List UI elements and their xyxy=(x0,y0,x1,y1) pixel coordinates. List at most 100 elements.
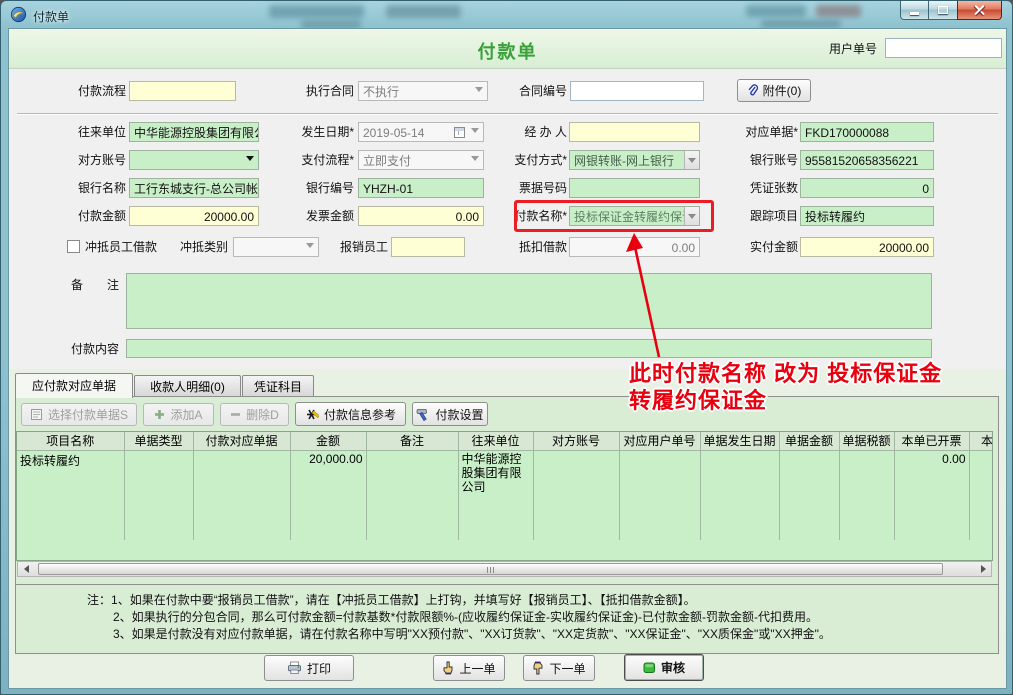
cell-doc-date[interactable] xyxy=(700,450,779,540)
header-band: 付款单 用户单号 xyxy=(9,29,1006,69)
print-button-label: 打印 xyxy=(307,660,331,677)
payable-docs-grid: 项目名称 单据类型 付款对应单据 金额 备注 往来单位 对方账号 对应用户单号 … xyxy=(16,431,993,561)
col-header: 往来单位 xyxy=(458,432,533,450)
contract-no-label: 合同编号 xyxy=(510,81,567,101)
prev-doc-button[interactable]: 上一单 xyxy=(433,655,505,681)
cell-amount[interactable]: 20,000.00 xyxy=(290,450,366,540)
bill-no-field xyxy=(569,178,700,198)
minimize-button[interactable] xyxy=(900,1,929,20)
add-button: 添加A xyxy=(143,403,214,426)
payment-info-ref-icon xyxy=(305,408,319,421)
remark-textarea[interactable] xyxy=(126,273,932,329)
payment-amount-input[interactable]: 20000.00 xyxy=(129,206,259,226)
window-title: 付款单 xyxy=(33,8,69,25)
audit-button[interactable]: 审核 xyxy=(624,654,704,681)
cell-doc-tax[interactable] xyxy=(839,450,894,540)
close-button[interactable] xyxy=(957,1,1002,20)
app-window: 付款单 付款单 用户单号 付款流程 执行合同 不执行 合同编号 附件 xyxy=(0,0,1013,695)
pay-flow-select: 立即支付 xyxy=(358,150,484,170)
invoice-amount-input[interactable]: 0.00 xyxy=(358,206,484,226)
note-line-2: 2、如果执行的分包合同，那么可付款金额=付款基数*付款限额%-(应收履约保证金-… xyxy=(87,609,831,626)
bank-name-field: 工行东城支行-总公司帐 xyxy=(129,178,259,198)
offset-loan-checkbox[interactable] xyxy=(67,240,80,253)
col-header: 备注 xyxy=(366,432,458,450)
offset-type-label: 冲抵类别 xyxy=(172,237,228,257)
occur-date-picker: 2019-05-14 xyxy=(358,122,484,142)
scroll-right-button[interactable] xyxy=(975,562,991,576)
payment-settings-button[interactable]: 付款设置 xyxy=(412,402,488,426)
user-no-input[interactable] xyxy=(885,38,1002,58)
background-blur xyxy=(816,5,861,17)
horizontal-scrollbar[interactable] xyxy=(17,561,992,577)
background-blur xyxy=(301,20,361,29)
next-doc-button[interactable]: 下一单 xyxy=(523,655,595,681)
next-doc-button-label: 下一单 xyxy=(549,660,585,677)
print-button[interactable]: 打印 xyxy=(264,655,354,681)
user-no-label: 用户单号 xyxy=(817,39,877,59)
note-text-1: 1、如果在付款中要“报销员工借款”，请在【冲抵员工借款】上打钩，并填写好【报销员… xyxy=(111,593,696,607)
payment-flow-input[interactable] xyxy=(129,81,236,101)
add-button-label: 添加A xyxy=(170,406,202,423)
settings-hammer-icon xyxy=(416,408,430,421)
maximize-button[interactable] xyxy=(929,1,957,20)
voucher-count-label: 凭证张数 xyxy=(735,178,798,198)
cell-remark[interactable] xyxy=(366,450,458,540)
tab-payee-detail[interactable]: 收款人明细(0) xyxy=(134,375,241,397)
remark-label: 备 注 xyxy=(29,275,119,295)
window-titlebar[interactable]: 付款单 xyxy=(1,1,1012,29)
bill-no-label: 票据号码 xyxy=(510,178,567,198)
background-blur xyxy=(761,20,841,28)
annotation-arrow xyxy=(607,231,677,363)
cell-partner-unit[interactable]: 中华能源控股集团有限公司 xyxy=(458,450,533,540)
pay-method-select[interactable]: 网银转账-网上银行 xyxy=(569,150,700,170)
occur-date-label: 发生日期* xyxy=(296,122,354,142)
cell-ref-doc[interactable] xyxy=(193,450,290,540)
contract-no-input[interactable] xyxy=(570,81,704,101)
partner-unit-label: 往来单位 xyxy=(29,122,126,142)
offset-type-select xyxy=(233,237,319,257)
tab-voucher-subjects[interactable]: 凭证科目 xyxy=(242,375,314,397)
annotation-text-line2: 转履约保证金 xyxy=(629,383,767,415)
grid-data-row[interactable]: 投标转履约 20,000.00 中华能源控股集团有限公司 0.00 xyxy=(17,450,993,540)
col-header: 项目名称 xyxy=(17,432,124,450)
select-payment-doc-button: 选择付款单据S xyxy=(21,403,137,426)
notes-panel: 注：1、如果在付款中要“报销员工借款”，请在【冲抵员工借款】上打钩，并填写好【报… xyxy=(15,584,999,654)
cell-invoiced[interactable]: 0.00 xyxy=(894,450,969,540)
pay-method-label: 支付方式* xyxy=(510,150,567,170)
payment-info-ref-button[interactable]: 付款信息参考 xyxy=(295,402,406,426)
col-header: 本单已开票 xyxy=(894,432,969,450)
actual-amount-label: 实付金额 xyxy=(735,237,798,257)
tab-payable-docs[interactable]: 应付款对应单据 xyxy=(15,373,133,398)
occur-date-value: 2019-05-14 xyxy=(363,126,424,140)
background-blur xyxy=(386,5,461,18)
handler-input[interactable] xyxy=(569,122,700,142)
chevron-down-icon xyxy=(471,131,479,142)
cell-paid[interactable] xyxy=(969,450,993,540)
delete-button-label: 删除D xyxy=(246,406,279,423)
cell-doc-amount[interactable] xyxy=(779,450,839,540)
select-doc-icon xyxy=(30,408,43,421)
scroll-thumb[interactable] xyxy=(38,563,943,575)
printer-icon xyxy=(287,661,302,675)
tracking-project-field: 投标转履约 xyxy=(800,206,934,226)
reimburse-employee-input[interactable] xyxy=(391,237,465,257)
cell-partner-account[interactable] xyxy=(533,450,619,540)
prev-hand-icon xyxy=(442,661,454,675)
handler-label: 经 办 人 xyxy=(510,122,567,142)
bank-account-field: 95581520658356221 xyxy=(800,150,934,170)
cell-user-no[interactable] xyxy=(619,450,700,540)
app-icon xyxy=(10,6,27,23)
scroll-left-button[interactable] xyxy=(18,562,34,576)
attachment-button[interactable]: 附件(0) xyxy=(737,79,811,102)
actual-amount-input[interactable]: 20000.00 xyxy=(800,237,934,257)
attachment-button-label: 附件(0) xyxy=(763,82,802,99)
paperclip-icon xyxy=(747,84,758,97)
cell-doc-type[interactable] xyxy=(124,450,193,540)
delete-icon xyxy=(230,409,241,420)
chevron-down-icon xyxy=(306,246,314,257)
col-header: 付款对应单据 xyxy=(193,432,290,450)
maximize-icon xyxy=(938,6,948,14)
col-header: 对应用户单号 xyxy=(619,432,700,450)
partner-account-select[interactable] xyxy=(129,150,259,170)
cell-project-name[interactable]: 投标转履约 xyxy=(17,450,124,540)
